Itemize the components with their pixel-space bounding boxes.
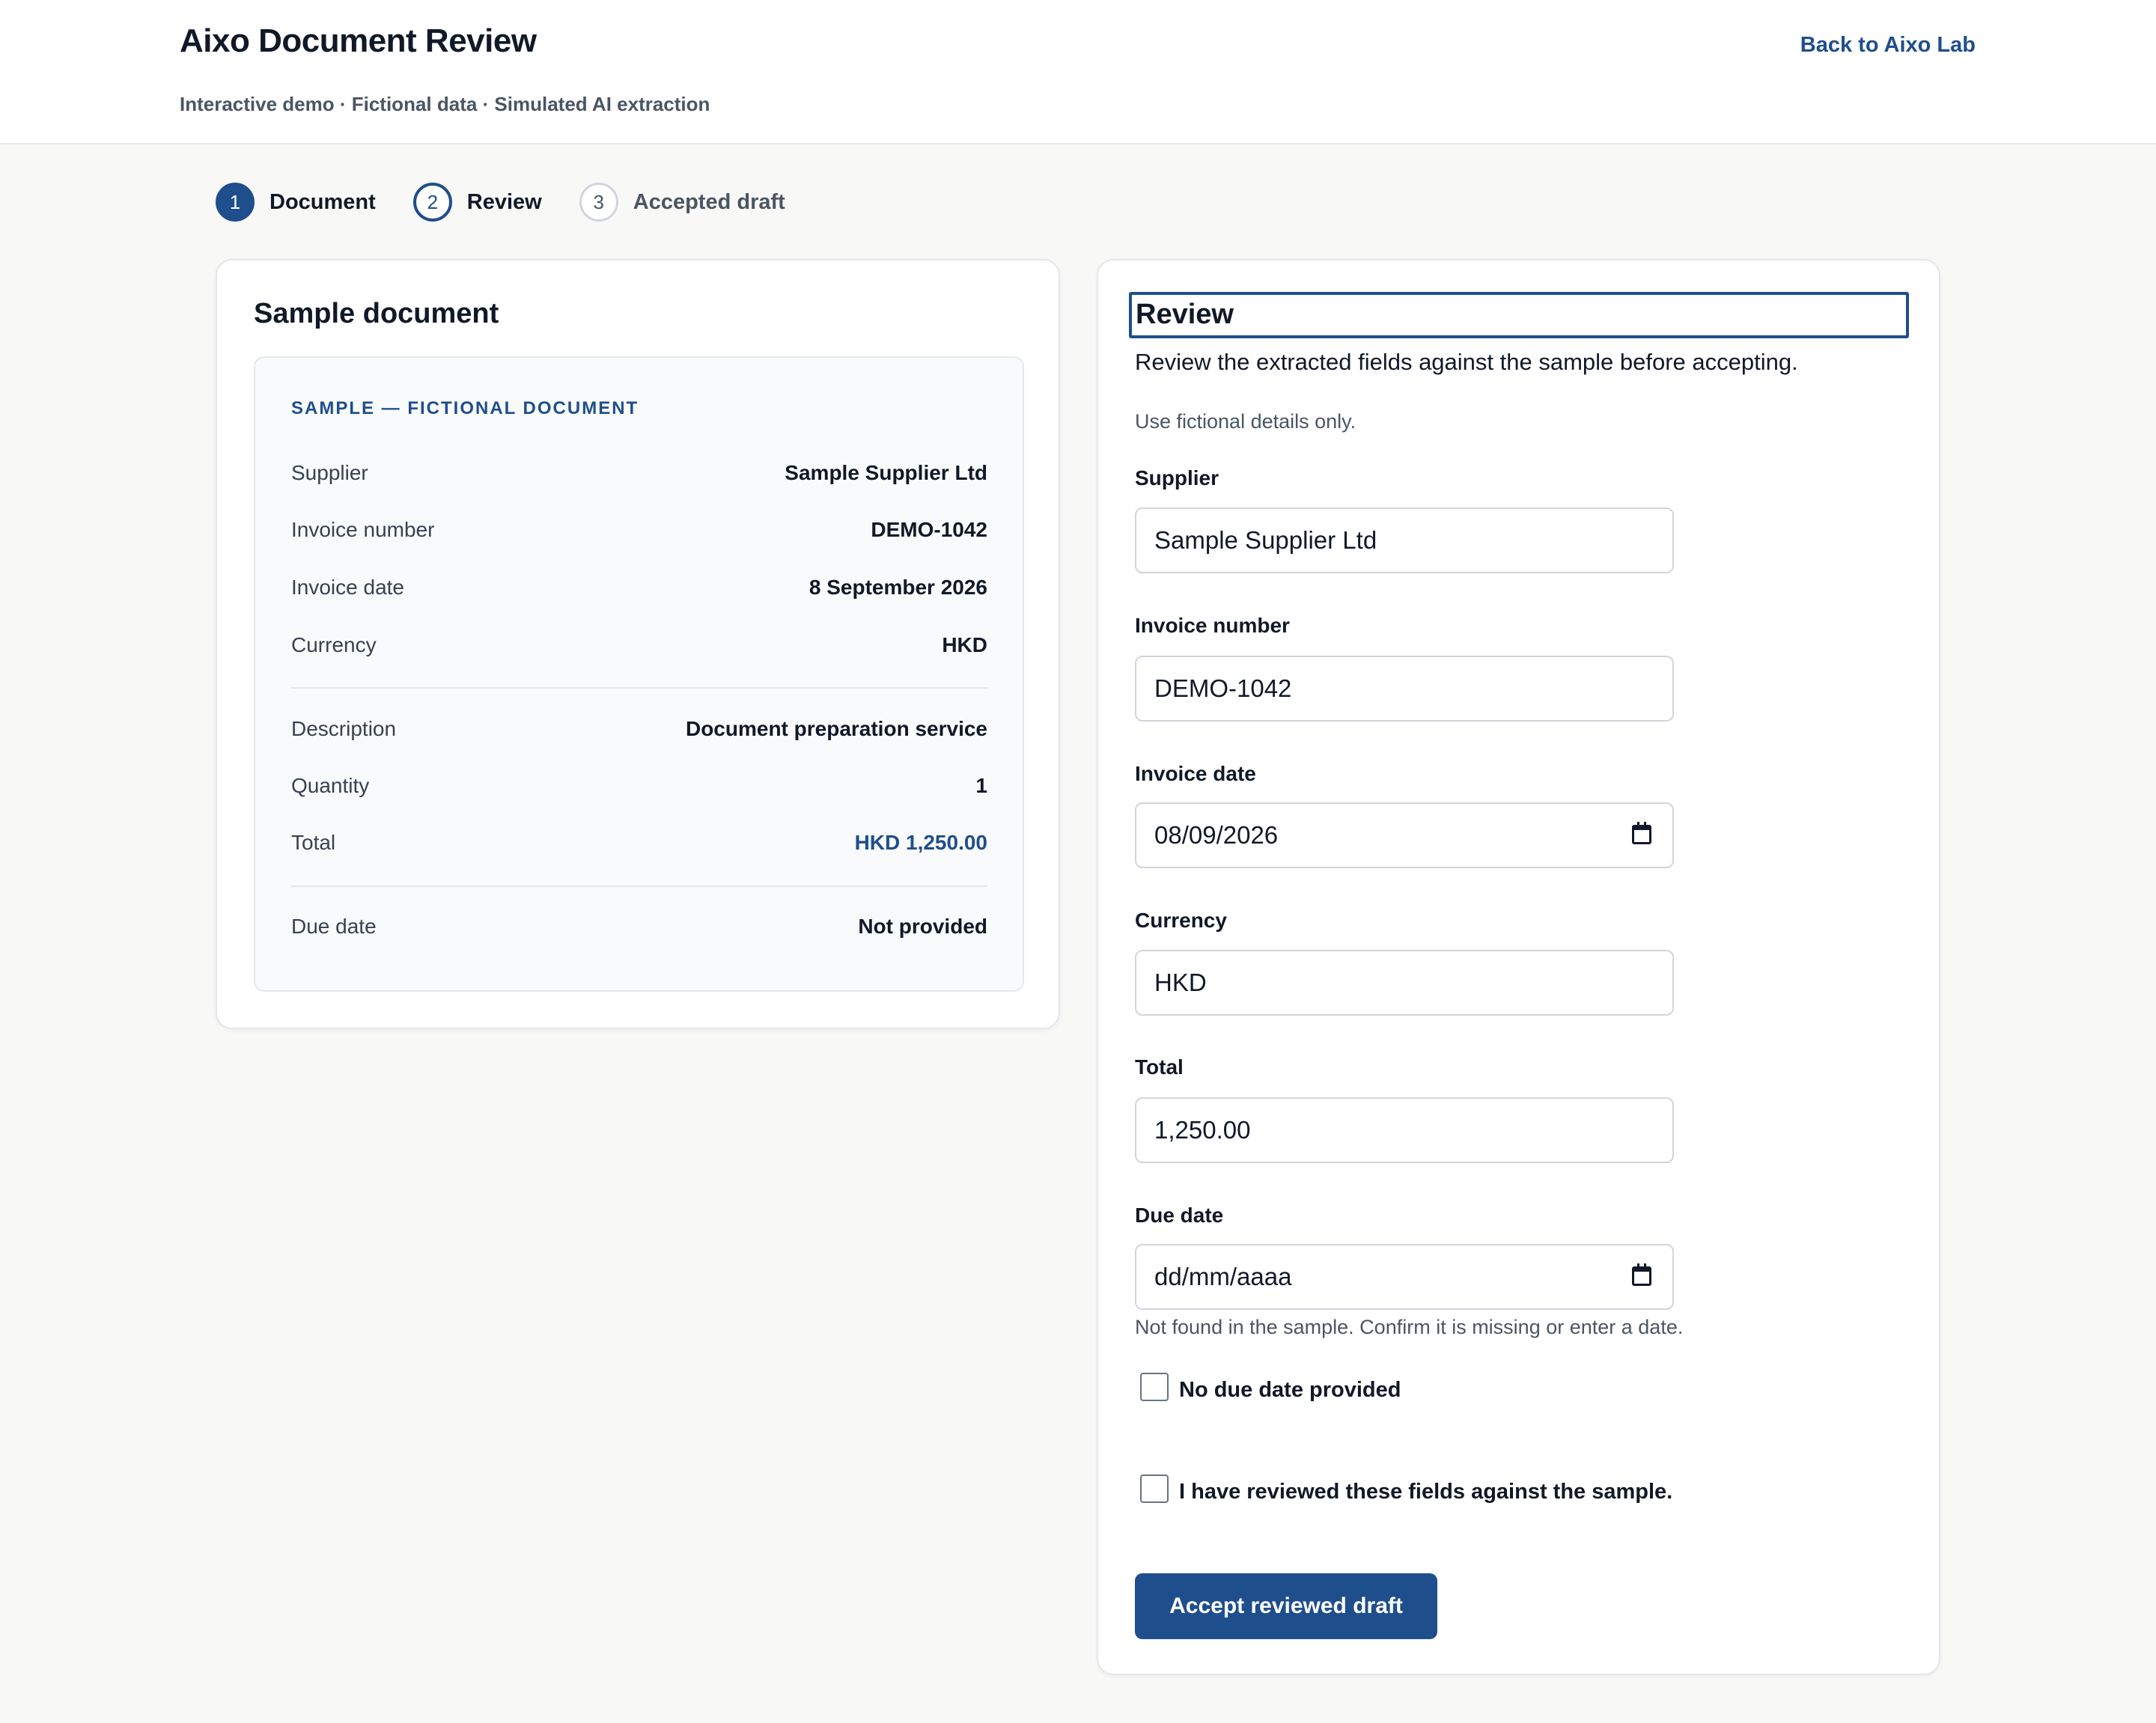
sample-card-title: Sample document [254,298,499,329]
sample-key: Currency [291,633,377,656]
sample-value: 8 September 2026 [808,576,987,599]
sample-row-currency: Currency HKD [291,633,987,663]
calendar-icon[interactable] [1632,822,1651,844]
review-intro: Review the extracted fields against the … [1135,349,1798,375]
due-date-label: Due date [1135,1204,1224,1227]
calendar-icon[interactable] [1632,1263,1651,1286]
sample-tag: SAMPLE — FICTIONAL DOCUMENT [291,398,639,418]
step-label-document: Document [270,189,376,214]
sample-row-invoice-date: Invoice date 8 September 2026 [291,576,987,606]
sample-key: Invoice date [291,576,404,599]
invoice-date-field [1135,802,1674,868]
due-date-helper: Not found in the sample. Confirm it is m… [1135,1316,1684,1338]
total-input[interactable] [1135,1097,1674,1163]
step-number-3: 3 [579,183,618,222]
currency-input[interactable] [1135,950,1674,1016]
sample-divider [291,885,987,887]
sample-key: Description [291,717,397,740]
sample-key: Supplier [291,461,368,484]
step-label-review: Review [466,189,542,214]
sample-row-invoice-number: Invoice number DEMO-1042 [291,518,987,548]
reviewed-label: I have reviewed these fields against the… [1179,1480,1673,1504]
step-number-1: 1 [216,183,255,222]
sample-key: Quantity [291,774,370,797]
invoice-number-label: Invoice number [1135,614,1290,637]
sample-value-total: HKD 1,250.00 [854,831,987,854]
reviewed-checkbox[interactable] [1140,1475,1169,1503]
invoice-date-input[interactable] [1135,802,1674,868]
sample-row-total: Total HKD 1,250.00 [291,831,987,861]
sample-key: Invoice number [291,518,435,541]
supplier-input[interactable] [1135,507,1674,573]
sample-divider [291,687,987,689]
sample-document-card: Sample document SAMPLE — FICTIONAL DOCUM… [216,259,1060,1029]
total-label: Total [1135,1055,1184,1079]
step-accepted-draft: 3 Accepted draft [579,183,785,222]
sample-value: Document preparation service [685,717,987,740]
sample-value: Not provided [858,915,987,938]
sample-row-supplier: Supplier Sample Supplier Ltd [291,461,987,491]
no-due-date-label: No due date provided [1179,1378,1401,1402]
sample-value: DEMO-1042 [871,518,987,541]
sample-value: Sample Supplier Ltd [785,461,987,484]
progress-stepper: 1 Document 2 Review 3 Accepted draft [216,181,823,223]
app-header: Aixo Document Review Interactive demo · … [0,0,2156,144]
step-review: 2 Review [412,183,542,222]
review-note: Use fictional details only. [1135,410,1356,433]
sample-value: 1 [975,774,987,797]
accept-reviewed-draft-button[interactable]: Accept reviewed draft [1135,1573,1437,1639]
sample-key: Total [291,831,336,854]
sample-row-description: Description Document preparation service [291,717,987,747]
supplier-label: Supplier [1135,466,1219,490]
step-label-accepted-draft: Accepted draft [633,189,785,214]
invoice-number-input[interactable] [1135,656,1674,722]
reviewed-confirmation[interactable]: I have reviewed these fields against the… [1140,1475,1672,1503]
no-due-date-checkbox[interactable] [1140,1373,1169,1401]
currency-label: Currency [1135,909,1227,932]
invoice-date-label: Invoice date [1135,762,1256,785]
app-subtitle: Interactive demo · Fictional data · Simu… [180,93,710,115]
sample-key: Due date [291,915,377,938]
sample-value: HKD [942,633,987,656]
app-title: Aixo Document Review [180,22,537,59]
no-due-date-option[interactable]: No due date provided [1140,1373,1401,1401]
sample-document: SAMPLE — FICTIONAL DOCUMENT Supplier Sam… [254,356,1024,992]
review-heading: Review [1129,292,1909,338]
due-date-input[interactable] [1135,1244,1674,1310]
back-to-lab-link[interactable]: Back to Aixo Lab [1800,33,1976,58]
sample-row-due-date: Due date Not provided [291,915,987,945]
step-number-2: 2 [412,183,452,222]
step-document: 1 Document [216,183,376,222]
due-date-field [1135,1244,1674,1310]
sample-row-quantity: Quantity 1 [291,774,987,804]
review-card: Review Review the extracted fields again… [1097,259,1940,1675]
